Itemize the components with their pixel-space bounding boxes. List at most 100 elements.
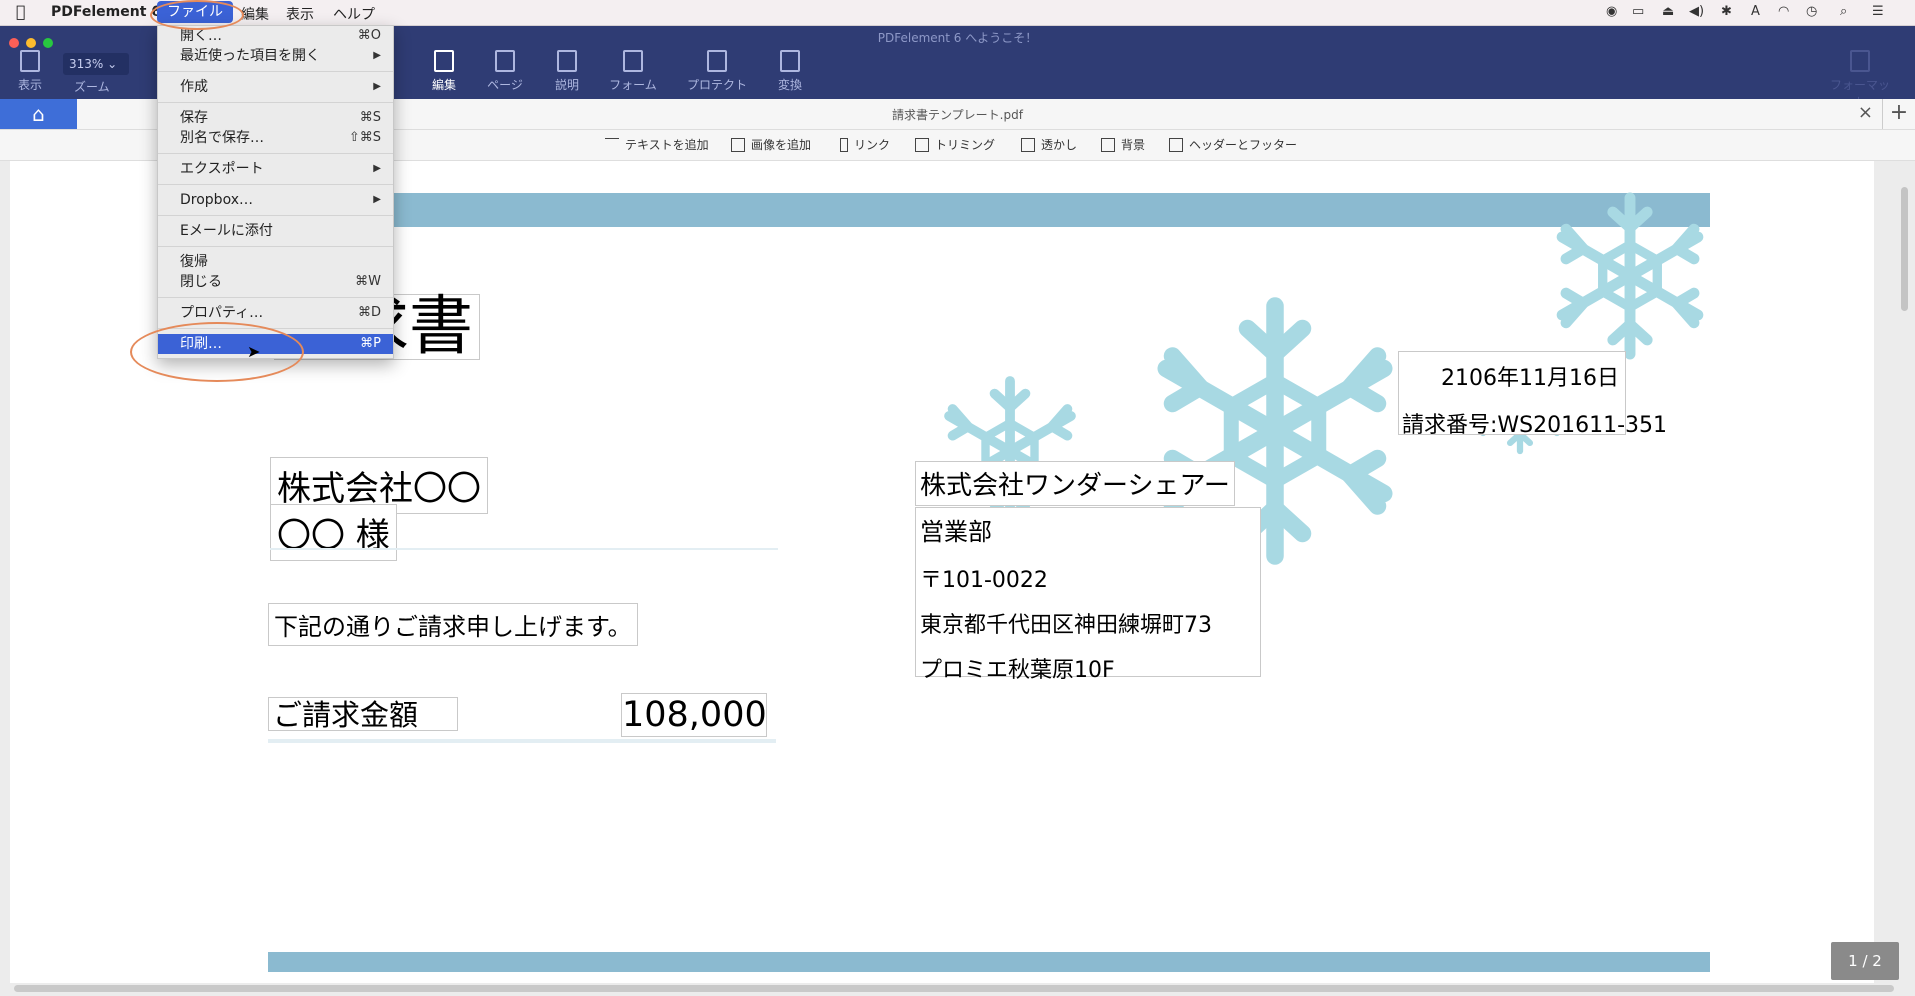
add-text-label: テキストを追加 [625,138,709,152]
page-icon [495,50,515,72]
lock-icon [707,50,727,72]
save-shortcut: ⌘S [359,110,381,125]
watermark-button[interactable]: 透かし [1021,136,1077,153]
zoom-value: 313% [69,57,104,71]
menu-item-dropbox[interactable]: Dropbox… ▶ [158,190,393,210]
chevron-down-icon: ⌄ [107,57,118,71]
menu-separator [158,71,393,72]
submenu-arrow-icon: ▶ [373,50,381,61]
save-label: 保存 [180,110,208,126]
file-menu: 開く… ⌘O 最近使った項目を開く ▶ 作成 ▶ 保存 ⌘S 別名で保存… ⇧⌘S エクス… [157,25,394,359]
link-button[interactable]: リンク [840,136,890,153]
menu-item-properties[interactable]: プロパティ… ⌘D [158,303,393,323]
toolbar-convert[interactable]: 変換 [760,50,820,93]
menu-view[interactable]: 表示 [286,4,314,24]
background-label: 背景 [1121,138,1146,152]
text-icon [605,138,619,152]
header-footer-button[interactable]: ヘッダーとフッター [1169,136,1297,153]
toolbar-edit-label: 編集 [431,78,456,92]
form-icon [623,50,643,72]
volume-icon[interactable]: ◀) [1689,4,1704,19]
menu-item-email[interactable]: Eメールに添付 [158,221,393,241]
add-tab-button[interactable]: + [1882,99,1915,129]
zoom-select[interactable]: 313% ⌄ [63,53,129,75]
revert-label: 復帰 [180,254,208,270]
save-as-label: 別名で保存… [180,130,264,146]
toolbar-view-label: 表示 [17,78,42,92]
address-line2: プロミエ秋葉原10F [920,658,1115,683]
open-shortcut: ⌘O [357,28,381,43]
page-indicator: 1 / 2 [1831,942,1899,980]
link-icon [840,138,848,152]
menu-item-save[interactable]: 保存 ⌘S [158,108,393,128]
toolbar-edit[interactable]: 編集 [414,50,474,93]
menu-item-save-as[interactable]: 別名で保存… ⇧⌘S [158,128,393,148]
open-label: 開く… [180,28,222,44]
toolbar-form[interactable]: フォーム [603,50,663,93]
sidebar-icon [20,50,40,72]
vertical-scrollbar[interactable] [1901,187,1908,311]
mouse-cursor-icon: ➤ [247,342,261,361]
menubar:  PDFelement 6 ファイル 編集 表示 ヘルプ ◉ ▭ ⏏ ◀) ✱… [0,0,1915,26]
toolbar-page[interactable]: ページ [475,50,535,93]
crop-button[interactable]: トリミング [915,136,995,153]
add-image-label: 画像を追加 [751,138,812,152]
dropbox-label: Dropbox… [180,192,253,208]
convert-icon [780,50,800,72]
address-line1: 東京都千代田区神田練塀町73 [920,613,1212,638]
bluetooth-icon[interactable]: ✱ [1721,4,1732,19]
print-shortcut: ⌘P [360,336,381,351]
toolbar-comment[interactable]: 説明 [537,50,597,93]
add-text-button[interactable]: テキストを追加 [605,136,709,153]
background-icon [1101,138,1115,152]
menu-separator [158,297,393,298]
battery-icon[interactable]: ▭ [1632,4,1644,19]
app-menu[interactable]: PDFelement 6 [51,4,161,20]
client-name[interactable]: 〇〇 様 [270,504,397,561]
divider [270,548,778,550]
date-box[interactable]: 2106年11月16日 請求番号:WS201611-351 [1398,351,1667,438]
crop-label: トリミング [935,138,996,152]
close-icon[interactable]: × [1858,102,1873,123]
close-shortcut: ⌘W [355,274,381,289]
menu-item-open-recent[interactable]: 最近使った項目を開く ▶ [158,46,393,66]
amount-label[interactable]: ご請求金額 [268,697,458,732]
menu-item-create[interactable]: 作成 ▶ [158,77,393,97]
menu-edit[interactable]: 編集 [241,4,269,24]
spotlight-icon[interactable]: ⌕ [1840,4,1847,19]
input-source-icon[interactable]: A [1751,4,1760,19]
toolbar-view[interactable]: 表示 [0,50,60,93]
add-image-button[interactable]: 画像を追加 [731,136,811,153]
email-label: Eメールに添付 [180,223,273,239]
submenu-arrow-icon: ▶ [373,194,381,205]
horizontal-scrollbar[interactable] [14,985,1894,992]
watermark-label: 透かし [1041,138,1078,152]
toolbar-protect[interactable]: プロテクト [687,50,747,93]
status-app-icon[interactable]: ◉ [1606,4,1617,19]
amount-value[interactable]: 108,000 [621,693,767,737]
apple-icon[interactable]:  [16,2,26,21]
clock-icon[interactable]: ◷ [1806,4,1817,19]
submenu-arrow-icon: ▶ [373,81,381,92]
highlight-ring-file-menu [150,0,244,30]
menu-item-revert[interactable]: 復帰 [158,252,393,272]
submenu-arrow-icon: ▶ [373,163,381,174]
menu-item-export[interactable]: エクスポート ▶ [158,159,393,179]
link-label: リンク [854,138,891,152]
crop-icon [915,138,929,152]
wifi-icon[interactable]: ◠ [1778,4,1789,19]
open-recent-label: 最近使った項目を開く [180,48,320,64]
company-name[interactable]: 株式会社ワンダーシェアー [915,461,1235,506]
toolbar-convert-label: 変換 [777,78,802,92]
invoice-message[interactable]: 下記の通りご請求申し上げます。 [268,603,638,646]
menu-item-close[interactable]: 閉じる ⌘W [158,272,393,292]
notification-center-icon[interactable]: ☰ [1872,4,1884,19]
menu-separator [158,153,393,154]
menu-help[interactable]: ヘルプ [333,4,375,24]
toolbar-page-label: ページ [487,78,523,92]
pencil-icon [434,50,454,72]
background-button[interactable]: 背景 [1101,136,1145,153]
eject-icon[interactable]: ⏏ [1662,4,1674,19]
company-address-box[interactable]: 営業部 〒101-0022 東京都千代田区神田練塀町73 プロミエ秋葉原10F [915,507,1261,683]
invoice-date: 2106年11月16日 [1441,366,1619,391]
